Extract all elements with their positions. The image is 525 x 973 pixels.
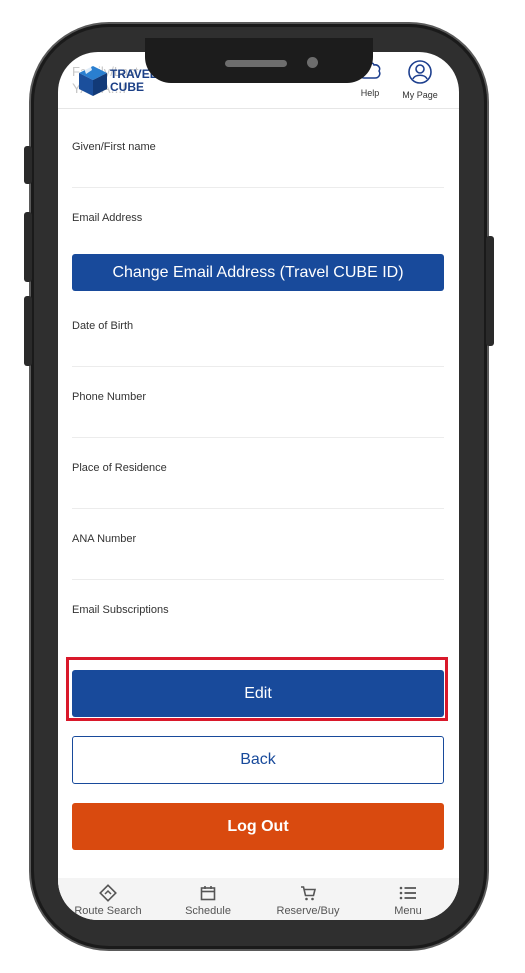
my-page-button[interactable]: My Page	[398, 60, 442, 100]
field-label: Place of Residence	[72, 462, 167, 474]
field-email-subscriptions: Email Subscriptions	[72, 604, 444, 634]
travel-cube-logo[interactable]: TRAVEL CUBE	[76, 62, 158, 102]
nav-menu[interactable]: Menu	[368, 884, 448, 917]
power-button	[486, 236, 494, 346]
notch	[145, 38, 373, 83]
menu-icon	[399, 886, 416, 900]
edit-button[interactable]: Edit	[72, 670, 444, 717]
nav-label: Schedule	[185, 905, 231, 917]
field-label: Phone Number	[72, 391, 146, 403]
field-date-of-birth: Date of Birth	[72, 320, 444, 367]
field-label: Email Subscriptions	[72, 604, 169, 616]
volume-down-button	[24, 296, 32, 366]
route-search-icon	[99, 884, 117, 902]
my-page-label: My Page	[402, 90, 438, 100]
nav-label: Reserve/Buy	[276, 905, 340, 917]
field-phone-number: Phone Number	[72, 391, 444, 438]
field-label: Date of Birth	[72, 320, 134, 332]
logout-button[interactable]: Log Out	[72, 803, 444, 850]
cart-icon	[301, 886, 317, 901]
nav-label: Menu	[394, 905, 422, 917]
speaker	[225, 60, 287, 67]
field-label: Email Address	[72, 212, 143, 224]
field-label: ANA Number	[72, 533, 137, 545]
mute-switch	[24, 146, 32, 184]
field-place-of-residence: Place of Residence	[72, 462, 444, 509]
logo-line-2: CUBE	[110, 80, 145, 94]
field-ana-number: ANA Number	[72, 533, 444, 580]
change-email-button[interactable]: Change Email Address (Travel CUBE ID)	[72, 254, 444, 291]
screen: Family/Last YAMA...I TRAVEL CUBE Help	[58, 52, 459, 920]
nav-label: Route Search	[74, 905, 142, 917]
field-label: Given/First name	[72, 141, 156, 153]
bottom-nav: Route Search Schedule Reserve/Buy Menu	[58, 878, 459, 920]
volume-up-button	[24, 212, 32, 282]
calendar-icon	[200, 886, 216, 901]
nav-schedule[interactable]: Schedule	[168, 884, 248, 917]
field-email-address: Email Address	[72, 212, 444, 242]
help-label: Help	[360, 88, 380, 98]
field-given-name: Given/First name	[72, 141, 444, 188]
nav-reserve-buy[interactable]: Reserve/Buy	[268, 884, 348, 917]
camera	[307, 57, 318, 68]
user-icon	[408, 60, 432, 84]
nav-route-search[interactable]: Route Search	[68, 884, 148, 917]
back-button[interactable]: Back	[72, 736, 444, 784]
